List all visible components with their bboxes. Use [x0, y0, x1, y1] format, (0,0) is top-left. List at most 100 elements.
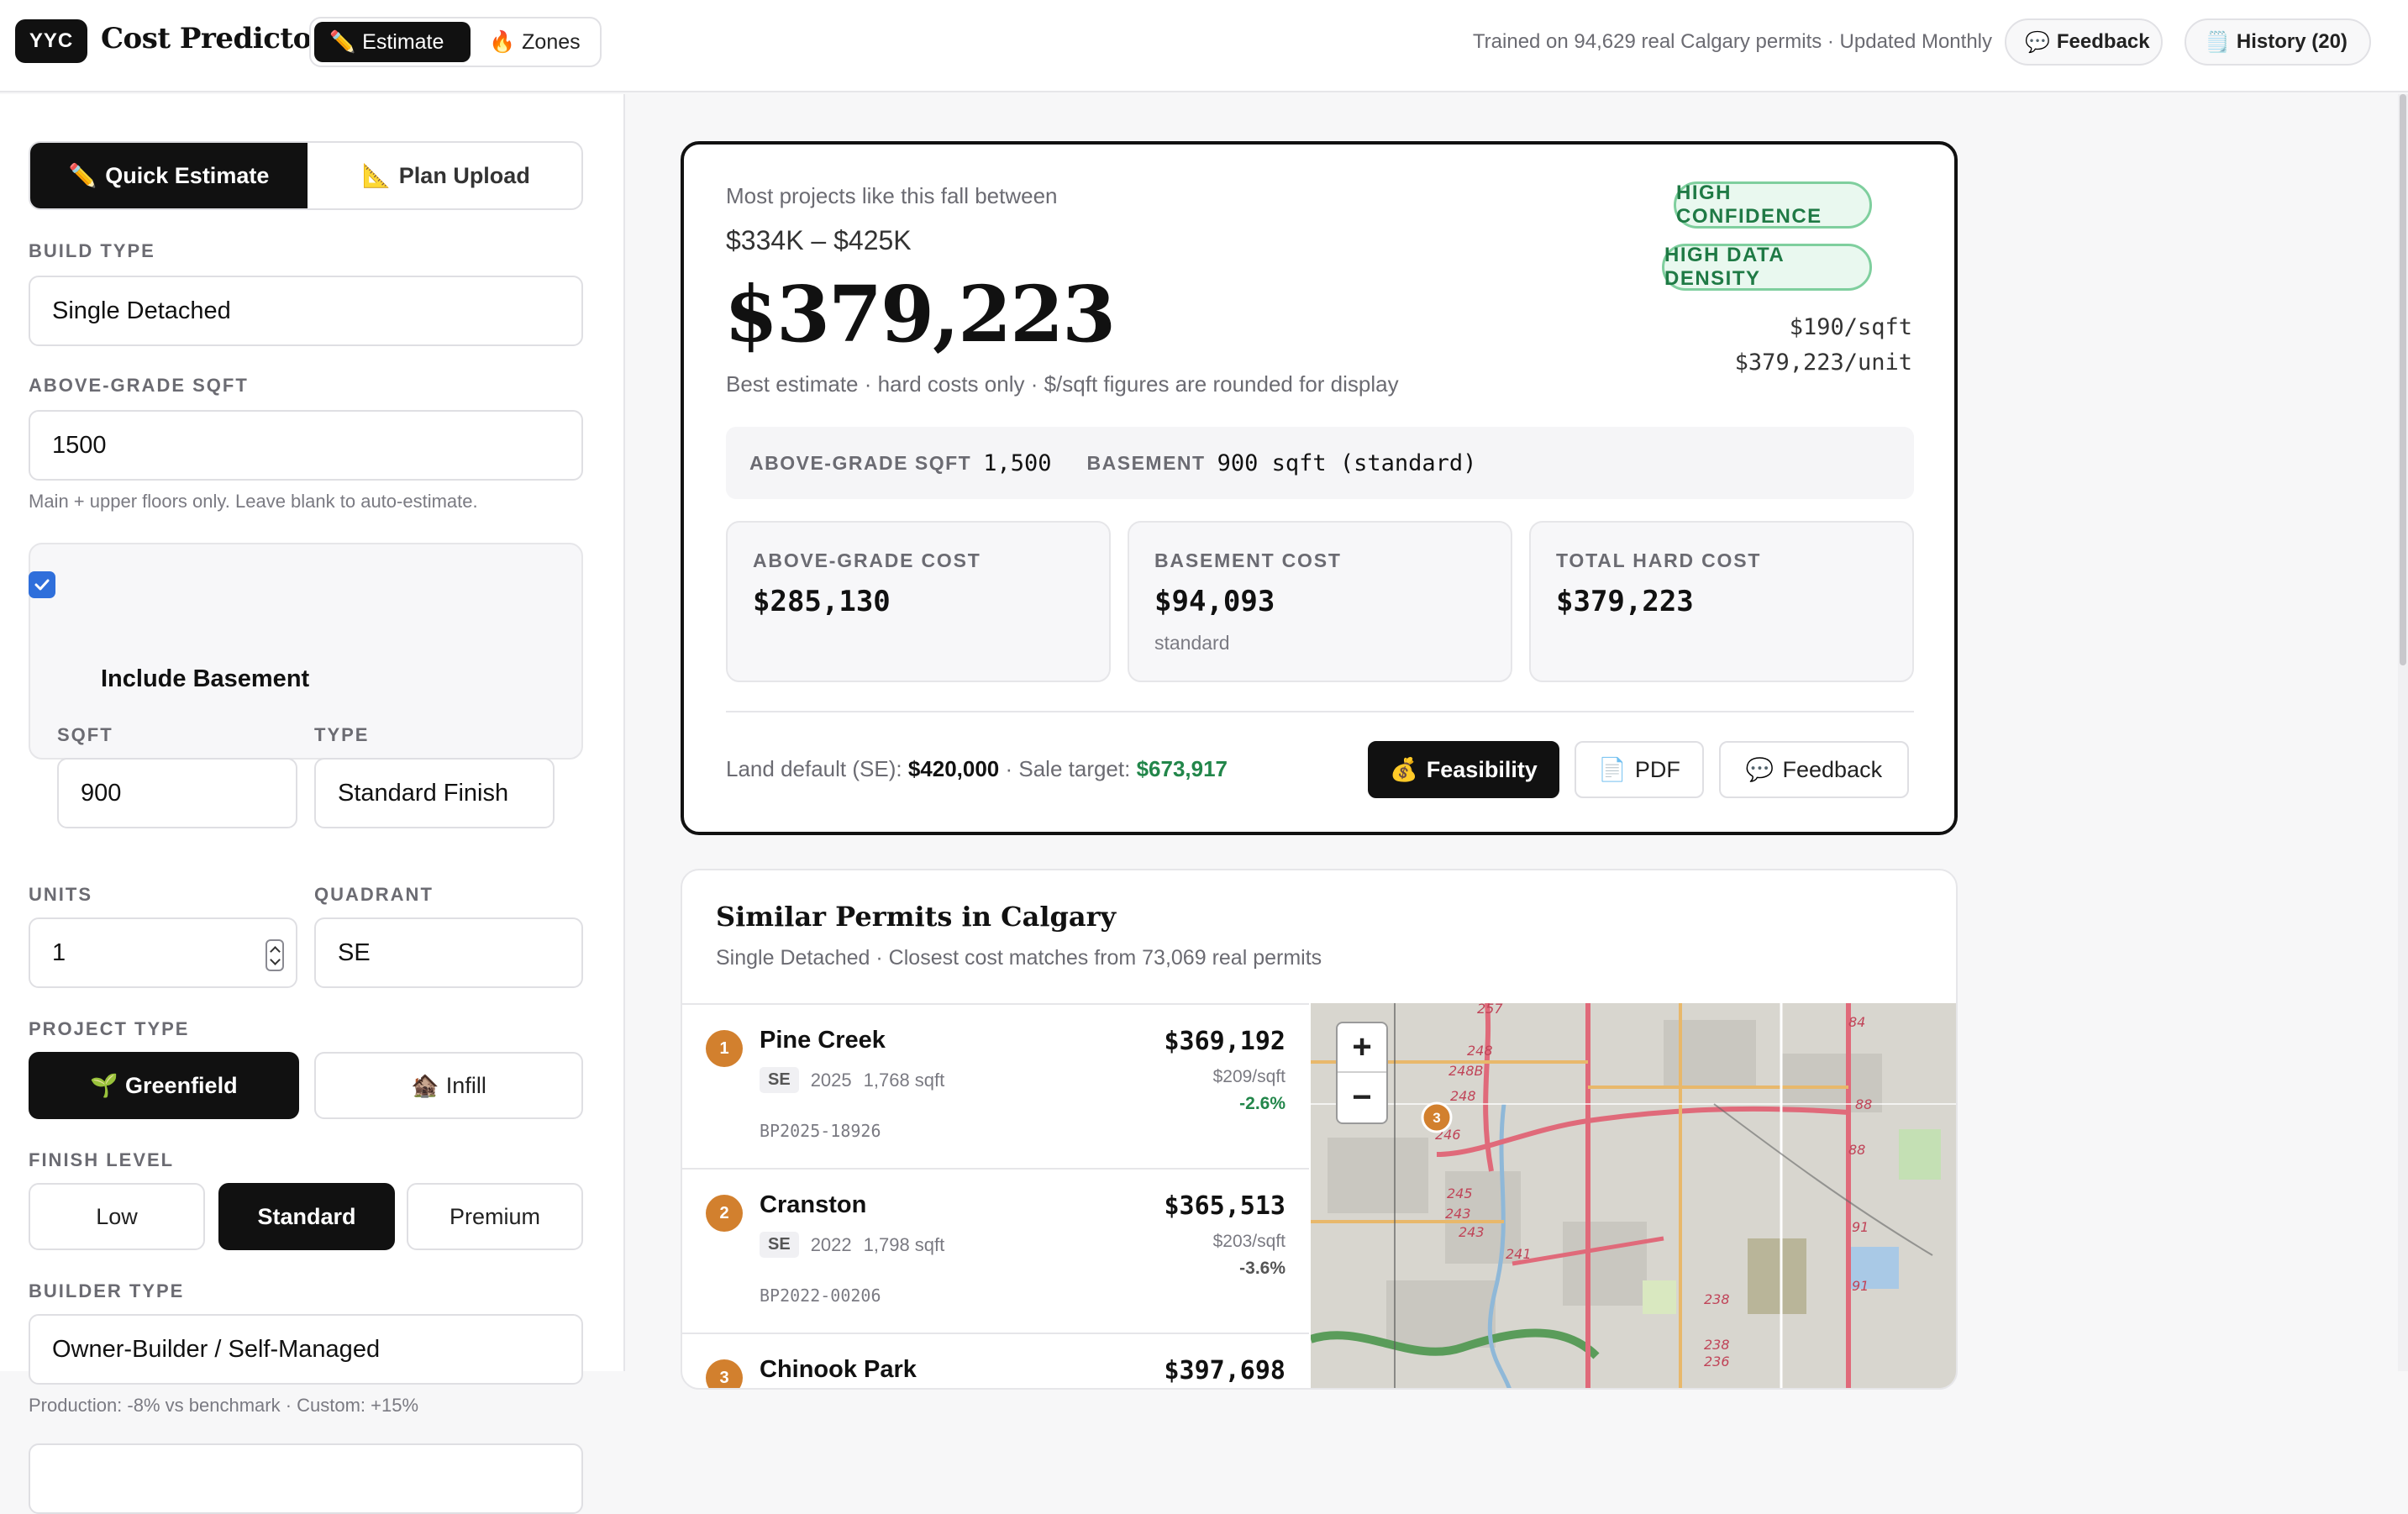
quadrant-label: QUADRANT	[314, 884, 434, 905]
stat-above-grade-cost: ABOVE-GRADE COST $285,130	[726, 521, 1111, 682]
above-grade-sqft-input[interactable]: 1500	[29, 410, 583, 481]
speech-bubble-icon: 💬	[1745, 757, 1774, 782]
permit-year: 2025	[810, 1069, 852, 1091]
quadrant-select[interactable]: SE	[314, 917, 583, 988]
road-label: 238	[1704, 1291, 1730, 1307]
finish-low-button[interactable]: Low	[29, 1183, 205, 1250]
road-label: 238	[1704, 1337, 1730, 1353]
map-tiles: 257 248 248B 248 246 245 243 243 241 238…	[1311, 1003, 1956, 1390]
road-label: 243	[1445, 1206, 1471, 1222]
project-type-greenfield-button[interactable]: 🌱 Greenfield	[29, 1052, 299, 1119]
tab-label: Plan Upload	[398, 162, 530, 188]
best-estimate-value: $379,223	[724, 269, 1116, 360]
basement-sqft-input[interactable]: 900	[57, 758, 297, 828]
header-feedback-button[interactable]: 💬 Feedback	[2005, 18, 2163, 66]
estimate-range: $334K – $425K	[726, 225, 912, 255]
app-header: YYC Cost Predictor ✏️ Estimate 🔥 Zones T…	[0, 0, 2408, 92]
permit-meta: SE 2022 1,798 sqft	[760, 1232, 944, 1258]
divider	[726, 711, 1914, 712]
cost-per-sqft: $190/sqft	[1789, 314, 1912, 340]
range-label: Most projects like this fall between	[726, 183, 1058, 208]
road-label: 88	[1848, 1142, 1865, 1158]
land-label: Land default (SE):	[726, 756, 908, 781]
units-value: 1	[52, 938, 66, 966]
app-title: Cost Predictor	[101, 22, 327, 55]
button-label: PDF	[1634, 756, 1680, 782]
map-zoom-control: + −	[1336, 1022, 1388, 1124]
feedback-label: Feedback	[2056, 30, 2150, 53]
basement-sqft-label: SQFT	[57, 724, 113, 745]
build-type-label: BUILD TYPE	[29, 240, 155, 261]
permit-row[interactable]: 3 Chinook Park $397,698	[682, 1334, 1309, 1388]
stat-value: $379,223	[1556, 585, 1694, 618]
stat-sub: standard	[1154, 632, 1230, 654]
permit-community: Pine Creek	[760, 1027, 886, 1054]
units-label: UNITS	[29, 884, 92, 905]
finish-premium-button[interactable]: Premium	[407, 1183, 583, 1250]
mode-estimate-button[interactable]: ✏️ Estimate	[314, 22, 471, 62]
map-marker-label: 3	[1433, 1110, 1440, 1126]
feasibility-button[interactable]: 💰 Feasibility	[1368, 741, 1559, 798]
number-stepper[interactable]	[266, 939, 284, 971]
permit-row[interactable]: 1 Pine Creek SE 2025 1,768 sqft BP2025-1…	[682, 1005, 1309, 1170]
builder-type-select[interactable]: Owner-Builder / Self-Managed	[29, 1314, 583, 1385]
permit-meta: SE 2025 1,768 sqft	[760, 1067, 944, 1093]
tab-label: Quick Estimate	[105, 162, 270, 188]
include-basement-checkbox[interactable]	[29, 571, 55, 598]
project-type-infill-button[interactable]: 🏚️ Infill	[314, 1052, 583, 1119]
road-label: 88	[1855, 1096, 1872, 1112]
permit-sqft: 1,768 sqft	[863, 1069, 945, 1091]
similar-permits-card: Similar Permits in Calgary Single Detach…	[681, 869, 1958, 1390]
confidence-badge: HIGH CONFIDENCE	[1674, 181, 1872, 229]
permits-map[interactable]: 257 248 248B 248 246 245 243 243 241 238…	[1311, 1003, 1956, 1390]
next-field-card	[29, 1443, 583, 1514]
build-type-select[interactable]: Single Detached	[29, 276, 583, 346]
quadrant-tag: SE	[760, 1232, 799, 1258]
mode-zones-label: Zones	[522, 29, 581, 54]
road-label: 248	[1467, 1043, 1493, 1059]
land-value: $420,000	[907, 756, 1000, 781]
result-feedback-button[interactable]: 💬 Feedback	[1719, 741, 1909, 798]
tab-quick-estimate[interactable]: ✏️ Quick Estimate	[30, 143, 308, 208]
mode-switch: ✏️ Estimate 🔥 Zones	[309, 17, 602, 67]
permit-row[interactable]: 2 Cranston SE 2022 1,798 sqft BP2022-002…	[682, 1170, 1309, 1334]
document-icon: 📄	[1598, 757, 1627, 782]
permit-year: 2022	[810, 1233, 852, 1255]
road-label: 84	[1848, 1014, 1865, 1030]
zoom-in-button[interactable]: +	[1338, 1023, 1386, 1073]
rank-badge: 1	[706, 1030, 743, 1067]
summary-basement-value: 900 sqft (standard)	[1217, 449, 1477, 476]
permit-rate: $203/sqft	[1212, 1232, 1285, 1251]
mode-zones-button[interactable]: 🔥 Zones	[474, 22, 597, 62]
road-label: 248B	[1448, 1063, 1484, 1079]
stat-label: TOTAL HARD COST	[1556, 549, 1762, 571]
history-label: History (20)	[2236, 30, 2348, 53]
basement-type-label: TYPE	[314, 724, 370, 745]
road-label: 201	[1848, 1385, 1874, 1390]
pdf-button[interactable]: 📄 PDF	[1575, 741, 1704, 798]
land-sale-summary: Land default (SE): $420,000 · Sale targe…	[726, 756, 1228, 782]
button-label: Feedback	[1782, 756, 1883, 782]
permit-sqft: 1,798 sqft	[863, 1233, 945, 1255]
basement-type-select[interactable]: Standard Finish	[314, 758, 555, 828]
zoom-out-button[interactable]: −	[1338, 1073, 1386, 1122]
checkmark-icon	[34, 579, 50, 591]
permit-community: Cranston	[760, 1191, 867, 1218]
stat-total-hard-cost: TOTAL HARD COST $379,223	[1529, 521, 1914, 682]
finish-standard-button[interactable]: Standard	[218, 1183, 395, 1250]
quadrant-tag: SE	[760, 1067, 799, 1093]
house-icon: 🏚️	[411, 1073, 439, 1098]
permit-id: BP2025-18926	[760, 1121, 881, 1141]
cost-per-unit: $379,223/unit	[1734, 350, 1912, 376]
stat-value: $285,130	[753, 585, 891, 618]
rank-badge: 3	[706, 1359, 743, 1388]
summary-above-label: ABOVE-GRADE SQFT	[749, 451, 972, 474]
history-button[interactable]: 🗒️ History (20)	[2185, 18, 2371, 66]
stat-label: ABOVE-GRADE COST	[753, 549, 981, 571]
page-scrollbar-thumb[interactable]	[2400, 94, 2406, 665]
builder-type-label: BUILDER TYPE	[29, 1280, 185, 1301]
mode-estimate-label: Estimate	[362, 29, 444, 54]
tab-plan-upload[interactable]: 📐 Plan Upload	[308, 143, 581, 208]
units-input[interactable]: 1	[29, 917, 297, 988]
brand-badge: YYC	[15, 19, 87, 63]
